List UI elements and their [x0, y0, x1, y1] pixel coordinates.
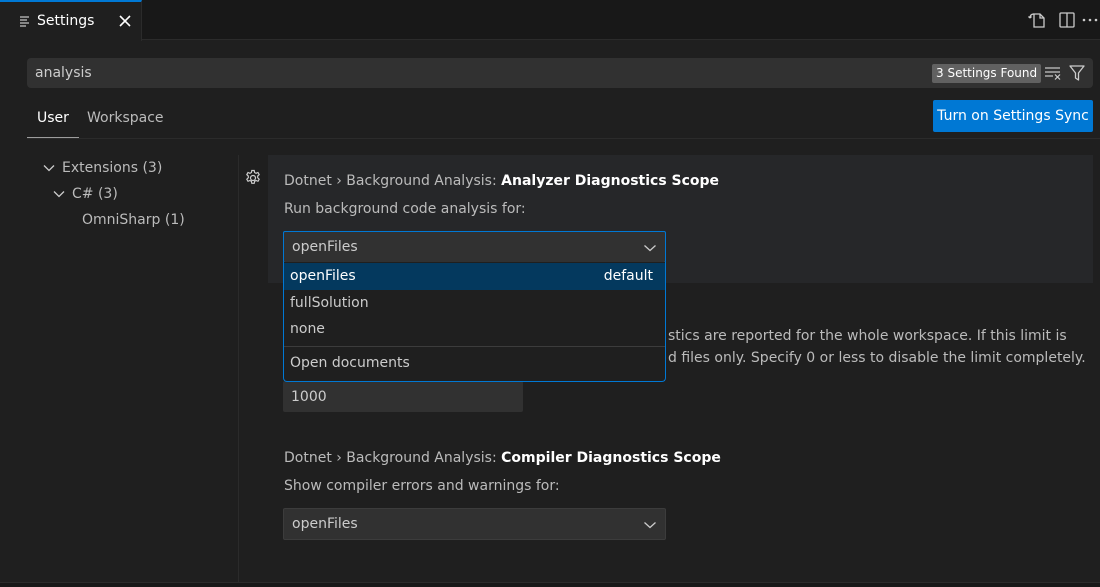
setting-title: Dotnet › Background Analysis: Analyzer D… [284, 173, 719, 189]
tab-settings[interactable]: Settings [0, 0, 142, 41]
setting-description-line2: d files only. Specify 0 or less to disab… [668, 350, 1086, 366]
option-label: openFiles [290, 268, 356, 284]
setting-title: Dotnet › Background Analysis: Compiler D… [284, 450, 721, 466]
tab-user[interactable]: User [27, 110, 79, 138]
dropdown-option-description: Open documents [290, 355, 410, 371]
select-value: openFiles [292, 239, 358, 255]
setting-description: Run background code analysis for: [284, 201, 526, 217]
result-count-badge: 3 Settings Found [932, 64, 1042, 83]
editor-tab-bar: Settings [0, 0, 1100, 41]
setting-category: Dotnet › Background Analysis: [284, 450, 502, 466]
toc-item-label: C# (3) [72, 186, 118, 202]
toc-item-omnisharp[interactable]: OmniSharp (1) [82, 212, 185, 228]
toc-divider [238, 155, 239, 582]
analyzer-scope-select[interactable]: openFiles [283, 231, 666, 263]
more-actions-icon[interactable] [1082, 6, 1100, 34]
dropdown-option-openfiles[interactable]: openFiles default [284, 263, 665, 290]
setting-description-line1: stics are reported for the whole workspa… [668, 328, 1067, 344]
toc-item-label: OmniSharp (1) [82, 212, 185, 228]
clear-filter-icon[interactable] [1043, 63, 1063, 83]
chevron-down-icon [643, 241, 657, 255]
dropdown-option-none[interactable]: none [284, 316, 665, 343]
setting-name: Compiler Diagnostics Scope [501, 450, 721, 466]
setting-category: Dotnet › Background Analysis: [284, 173, 502, 189]
search-input[interactable] [35, 58, 915, 88]
open-settings-json-icon[interactable] [1022, 6, 1052, 34]
settings-list-icon [19, 15, 31, 27]
close-icon[interactable] [116, 12, 134, 30]
chevron-down-icon [52, 187, 66, 201]
setting-description: Show compiler errors and warnings for: [284, 478, 560, 494]
chevron-down-icon [42, 161, 56, 175]
settings-search-box: 3 Settings Found [27, 58, 1093, 88]
analyzer-scope-dropdown: openFiles default fullSolution none Open… [283, 262, 666, 382]
toc-item-csharp[interactable]: C# (3) [52, 186, 118, 202]
chevron-down-icon [643, 518, 657, 532]
gear-icon[interactable] [244, 169, 262, 187]
option-label: none [290, 321, 325, 337]
split-editor-icon[interactable] [1052, 6, 1082, 34]
turn-on-settings-sync-button[interactable]: Turn on Settings Sync [933, 100, 1093, 132]
select-value: openFiles [292, 516, 358, 532]
toc-item-label: Extensions (3) [62, 160, 163, 176]
diagnostics-limit-input[interactable] [283, 381, 523, 412]
tab-workspace[interactable]: Workspace [87, 110, 164, 138]
dropdown-separator [284, 346, 665, 347]
option-default-tag: default [603, 268, 653, 284]
option-label: fullSolution [290, 295, 369, 311]
toc-item-extensions[interactable]: Extensions (3) [42, 160, 162, 176]
editor-actions [1022, 0, 1100, 40]
settings-toc: Extensions (3) C# (3) OmniSharp (1) [0, 140, 238, 582]
filter-icon[interactable] [1067, 63, 1087, 83]
bottom-edge [0, 582, 1100, 587]
setting-name: Analyzer Diagnostics Scope [501, 173, 720, 189]
compiler-scope-select[interactable]: openFiles [283, 508, 666, 540]
tab-label: Settings [37, 13, 95, 29]
dropdown-option-fullsolution[interactable]: fullSolution [284, 290, 665, 317]
